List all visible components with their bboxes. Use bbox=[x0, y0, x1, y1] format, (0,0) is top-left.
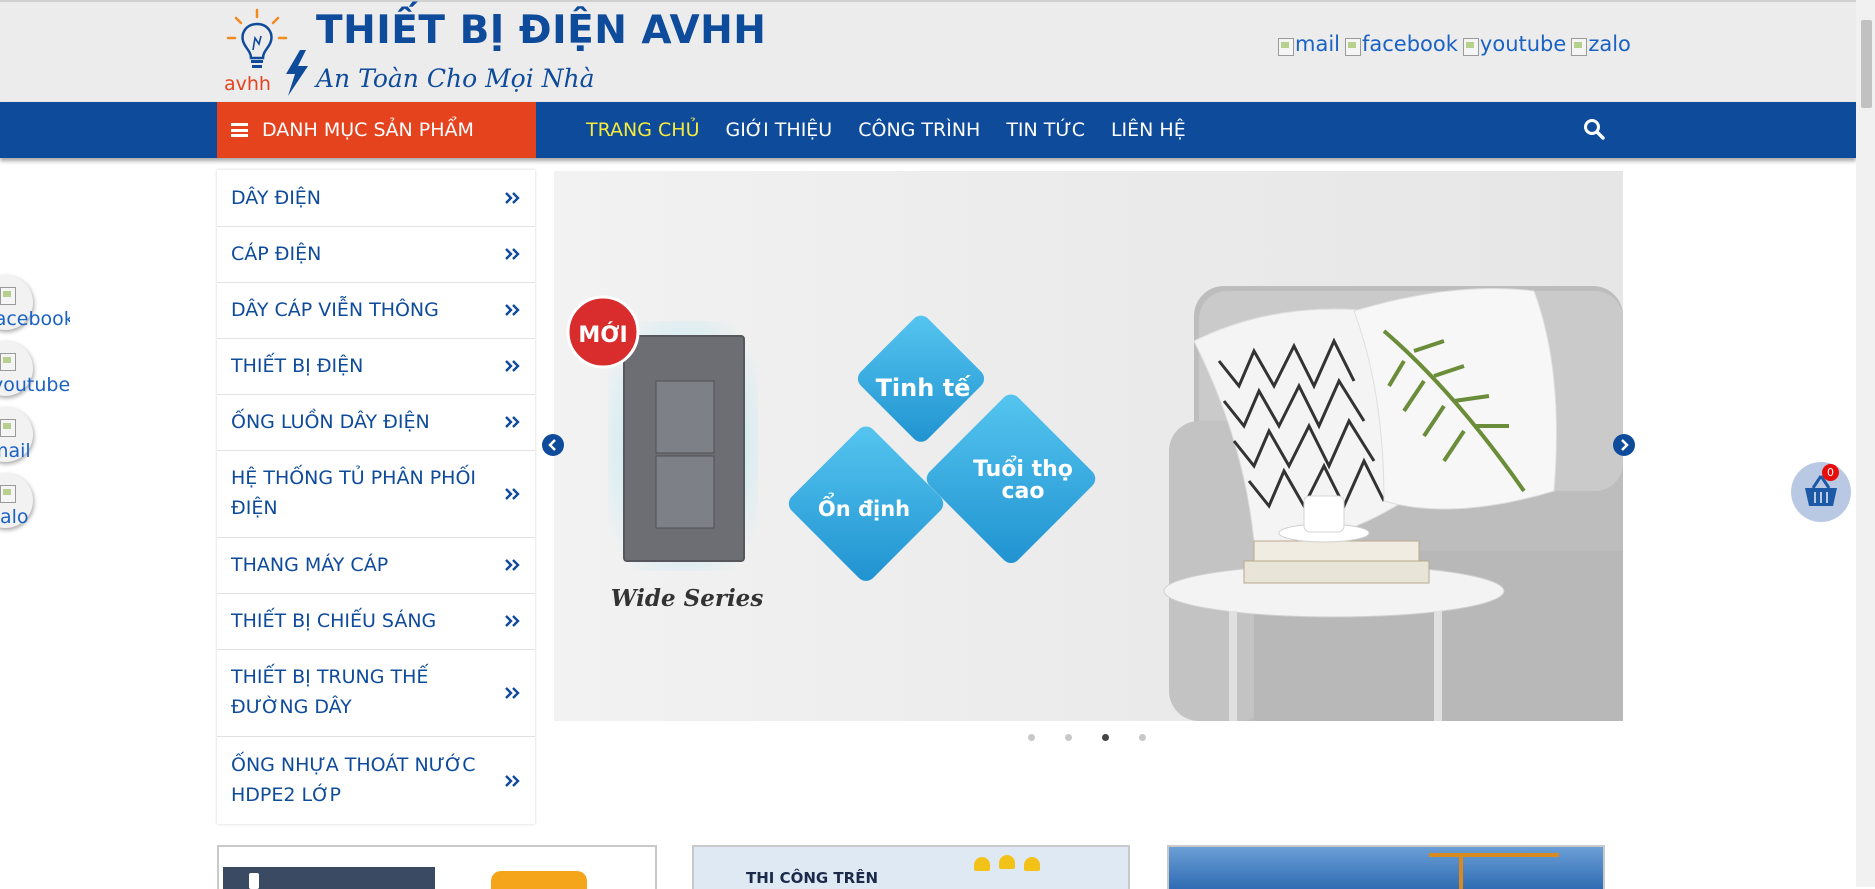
page-scrollbar[interactable] bbox=[1856, 0, 1875, 887]
svg-text:Tinh tế: Tinh tế bbox=[876, 374, 972, 402]
sidebar-item-thang-may-cap[interactable]: THANG MÁY CÁP bbox=[217, 537, 535, 594]
float-facebook-label[interactable]: facebook bbox=[0, 308, 70, 330]
float-zalo-label[interactable]: zalo bbox=[0, 506, 50, 528]
nav-item-projects[interactable]: CÔNG TRÌNH bbox=[858, 119, 980, 141]
zalo-link[interactable]: zalo bbox=[1571, 32, 1631, 56]
slider-next-button[interactable] bbox=[1613, 434, 1635, 456]
sidebar-item-label: THIẾT BỊ CHIẾU SÁNG bbox=[231, 610, 437, 632]
sidebar-item-ong-nhua-hdpe[interactable]: ỐNG NHỰA THOÁT NƯỚC HDPE2 LỚP bbox=[217, 736, 535, 824]
youtube-link[interactable]: youtube bbox=[1462, 32, 1567, 56]
cart-button[interactable] bbox=[1791, 462, 1851, 522]
project-card-3[interactable] bbox=[1167, 845, 1605, 889]
nav-item-news[interactable]: TIN TỨC bbox=[1006, 119, 1085, 141]
logo-text: avhh bbox=[224, 73, 271, 95]
sidebar-item-label: ỐNG NHỰA THOÁT NƯỚC HDPE2 LỚP bbox=[231, 754, 476, 806]
facebook-icon bbox=[1345, 38, 1361, 56]
nav-item-about[interactable]: GIỚI THIỆU bbox=[725, 119, 832, 141]
slider-dot-1[interactable] bbox=[1028, 734, 1035, 741]
zalo-icon bbox=[0, 485, 16, 503]
youtube-icon bbox=[0, 353, 16, 371]
top-social-links: mail facebook youtube zalo bbox=[1278, 32, 1631, 56]
slider-dot-4[interactable] bbox=[1139, 734, 1146, 741]
card-2-title: THI CÔNG TRÊN bbox=[746, 869, 879, 887]
facebook-link[interactable]: facebook bbox=[1345, 32, 1458, 56]
sidebar-item-label: CÁP ĐIỆN bbox=[231, 243, 322, 265]
category-menu-label: DANH MỤC SẢN PHẨM bbox=[262, 119, 474, 141]
sidebar-item-cap-dien[interactable]: CÁP ĐIỆN bbox=[217, 226, 535, 283]
youtube-label: youtube bbox=[1479, 32, 1567, 56]
sidebar-item-thiet-bi-dien[interactable]: THIẾT BỊ ĐIỆN bbox=[217, 338, 535, 395]
slider-dot-3[interactable] bbox=[1102, 734, 1109, 741]
sidebar-item-thiet-bi-chieu-sang[interactable]: THIẾT BỊ CHIẾU SÁNG bbox=[217, 593, 535, 650]
slider-dot-2[interactable] bbox=[1065, 734, 1072, 741]
chevron-right-icon bbox=[1621, 439, 1629, 451]
product-caption: Wide Series bbox=[611, 585, 764, 612]
main-navbar: DANH MỤC SẢN PHẨM TRANG CHỦ GIỚI THIỆU C… bbox=[0, 102, 1856, 158]
cart-count-badge: 0 bbox=[1822, 464, 1839, 481]
zalo-icon bbox=[1571, 38, 1588, 56]
double-chevron-right-icon bbox=[505, 416, 520, 428]
slider-dots bbox=[1028, 734, 1146, 741]
hamburger-icon bbox=[231, 123, 248, 137]
nav-item-contact[interactable]: LIÊN HỆ bbox=[1111, 119, 1186, 141]
brand-title[interactable]: THIẾT BỊ ĐIỆN AVHH bbox=[316, 8, 766, 53]
scrollbar-thumb[interactable] bbox=[1861, 20, 1872, 108]
sidebar-item-thiet-bi-trung-the[interactable]: THIẾT BỊ TRUNG THẾ ĐƯỜNG DÂY bbox=[217, 649, 535, 737]
brand-slogan: An Toàn Cho Mọi Nhà bbox=[316, 64, 595, 93]
double-chevron-right-icon bbox=[505, 488, 520, 500]
double-chevron-right-icon bbox=[505, 304, 520, 316]
crane-image bbox=[1429, 853, 1559, 857]
svg-text:Ổn định: Ổn định bbox=[818, 492, 910, 521]
float-youtube-label[interactable]: youtube bbox=[0, 374, 70, 396]
double-chevron-right-icon bbox=[505, 775, 520, 787]
mail-label: mail bbox=[1295, 32, 1340, 56]
mail-icon bbox=[0, 419, 16, 437]
double-chevron-right-icon bbox=[505, 248, 520, 260]
project-card-1[interactable] bbox=[217, 845, 657, 889]
sidebar-item-label: THIẾT BỊ TRUNG THẾ ĐƯỜNG DÂY bbox=[231, 666, 429, 718]
hero-slider[interactable]: MỚI Wide Series Tinh tế Ổn định Tuổi thọ… bbox=[554, 171, 1623, 721]
nav-item-home[interactable]: TRANG CHỦ bbox=[586, 119, 699, 141]
sidebar-item-label: ỐNG LUỒN DÂY ĐIỆN bbox=[231, 411, 430, 433]
sidebar-item-label: DÂY CÁP VIỄN THÔNG bbox=[231, 299, 439, 321]
card-image-accent bbox=[491, 871, 587, 889]
sidebar-item-label: HỆ THỐNG TỦ PHÂN PHỐI ĐIỆN bbox=[231, 467, 477, 519]
sidebar-item-day-cap-vien-thong[interactable]: DÂY CÁP VIỄN THÔNG bbox=[217, 282, 535, 339]
category-menu-button[interactable]: DANH MỤC SẢN PHẨM bbox=[217, 102, 536, 158]
top-header: avhh THIẾT BỊ ĐIỆN AVHH An Toàn Cho Mọi … bbox=[0, 0, 1856, 104]
double-chevron-right-icon bbox=[505, 559, 520, 571]
facebook-label: facebook bbox=[1362, 32, 1458, 56]
facebook-icon bbox=[0, 287, 16, 305]
mail-link[interactable]: mail bbox=[1278, 32, 1340, 56]
sidebar-item-label: THANG MÁY CÁP bbox=[231, 554, 389, 576]
float-mail-label[interactable]: mail bbox=[0, 440, 50, 462]
category-sidebar: DÂY ĐIỆN CÁP ĐIỆN DÂY CÁP VIỄN THÔNG THI… bbox=[217, 170, 535, 824]
mail-icon bbox=[1278, 38, 1294, 56]
sidebar-item-he-thong-tu-phan-phoi[interactable]: HỆ THỐNG TỦ PHÂN PHỐI ĐIỆN bbox=[217, 450, 535, 538]
search-icon[interactable] bbox=[1583, 118, 1605, 140]
logo[interactable]: avhh bbox=[222, 8, 312, 100]
double-chevron-right-icon bbox=[505, 687, 520, 699]
youtube-icon bbox=[1462, 38, 1479, 56]
double-chevron-right-icon bbox=[505, 360, 520, 372]
chevron-left-icon bbox=[548, 439, 556, 451]
slider-prev-button[interactable] bbox=[542, 434, 564, 456]
double-chevron-right-icon bbox=[505, 615, 520, 627]
sidebar-item-label: THIẾT BỊ ĐIỆN bbox=[231, 355, 364, 377]
sidebar-item-day-dien[interactable]: DÂY ĐIỆN bbox=[217, 170, 535, 227]
new-badge: MỚI bbox=[578, 322, 627, 348]
project-card-2[interactable]: THI CÔNG TRÊN bbox=[692, 845, 1130, 889]
slider-banner-image: MỚI Wide Series Tinh tế Ổn định Tuổi thọ… bbox=[554, 171, 1623, 721]
sidebar-item-ong-luon-day-dien[interactable]: ỐNG LUỒN DÂY ĐIỆN bbox=[217, 394, 535, 451]
double-chevron-right-icon bbox=[505, 192, 520, 204]
basket-icon bbox=[1805, 475, 1837, 506]
main-menu: TRANG CHỦ GIỚI THIỆU CÔNG TRÌNH TIN TỨC … bbox=[586, 102, 1186, 158]
zalo-label: zalo bbox=[1588, 32, 1631, 56]
sidebar-item-label: DÂY ĐIỆN bbox=[231, 187, 322, 209]
